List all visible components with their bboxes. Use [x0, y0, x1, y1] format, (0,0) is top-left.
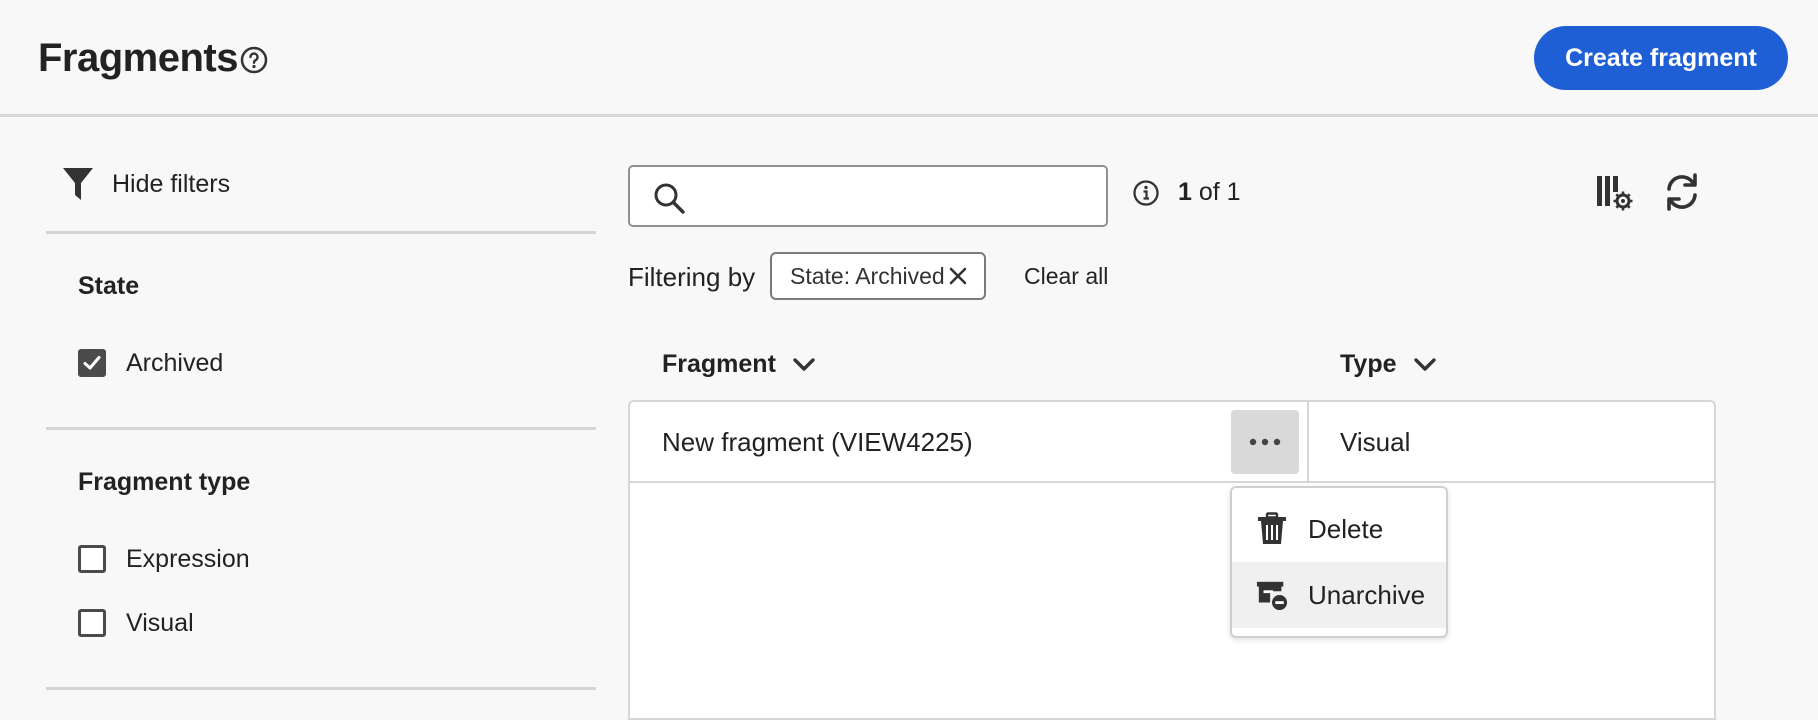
fragment-type-cell: Visual — [1340, 427, 1411, 457]
trash-icon — [1258, 512, 1286, 544]
help-icon[interactable] — [239, 45, 269, 75]
hide-filters-toggle[interactable]: Hide filters — [62, 164, 230, 204]
search-field[interactable] — [628, 165, 1108, 227]
divider — [46, 231, 596, 234]
more-icon — [1249, 438, 1281, 446]
visual-label: Visual — [126, 608, 194, 637]
archived-label: Archived — [126, 348, 224, 377]
expression-label: Expression — [126, 544, 250, 573]
row-actions-menu: Delete Unarchive — [1230, 486, 1448, 638]
clear-all-button[interactable]: Clear all — [1024, 263, 1108, 290]
column-header-label: Fragment — [662, 350, 776, 378]
search-icon — [654, 183, 685, 214]
filter-option-visual[interactable]: Visual — [78, 606, 194, 640]
results-total: of 1 — [1198, 178, 1241, 206]
hide-filters-label: Hide filters — [112, 169, 231, 198]
menu-item-unarchive[interactable]: Unarchive — [1232, 562, 1446, 628]
column-header-type[interactable]: Type — [1340, 350, 1437, 379]
filter-chip-label: State: Archived — [790, 262, 945, 289]
refresh-icon[interactable] — [1662, 172, 1702, 212]
visual-checkbox[interactable] — [78, 609, 106, 637]
column-header-fragment[interactable]: Fragment — [662, 350, 816, 379]
archived-checkbox[interactable] — [78, 349, 106, 377]
chevron-down-icon — [793, 357, 815, 371]
menu-item-label: Delete — [1308, 513, 1384, 544]
column-separator — [1307, 402, 1309, 483]
menu-item-label: Unarchive — [1308, 579, 1426, 610]
menu-item-delete[interactable]: Delete — [1232, 496, 1446, 562]
page-title: Fragments — [38, 36, 239, 80]
filter-option-expression[interactable]: Expression — [78, 542, 250, 576]
close-icon[interactable] — [948, 266, 968, 286]
filter-icon — [63, 168, 93, 200]
filter-chip-state-archived[interactable]: State: Archived — [770, 252, 986, 300]
state-filter-title: State — [78, 272, 140, 300]
results-current: 1 — [1178, 178, 1192, 206]
chevron-down-icon — [1413, 357, 1436, 371]
column-header-label: Type — [1340, 350, 1397, 378]
info-icon — [1133, 180, 1159, 206]
column-settings-icon[interactable] — [1594, 172, 1634, 212]
fragments-table: New fragment (VIEW4225) Visual — [628, 400, 1716, 720]
filtering-by-label: Filtering by — [628, 262, 756, 292]
fragment-type-filter-title: Fragment type — [78, 468, 251, 496]
fragment-name-cell[interactable]: New fragment (VIEW4225) — [662, 427, 973, 458]
divider — [46, 687, 596, 690]
divider — [46, 427, 596, 430]
create-fragment-button[interactable]: Create fragment — [1534, 26, 1788, 90]
table-row[interactable]: New fragment (VIEW4225) Visual — [630, 402, 1714, 483]
expression-checkbox[interactable] — [78, 545, 106, 573]
more-actions-button[interactable] — [1231, 410, 1299, 474]
search-input[interactable] — [700, 175, 1090, 219]
checkmark-icon — [83, 356, 101, 370]
filter-option-archived[interactable]: Archived — [78, 346, 223, 380]
results-count: 1 of 1 — [1178, 178, 1241, 207]
unarchive-icon — [1256, 581, 1288, 611]
page-header: Fragments Create fragment — [0, 0, 1818, 117]
